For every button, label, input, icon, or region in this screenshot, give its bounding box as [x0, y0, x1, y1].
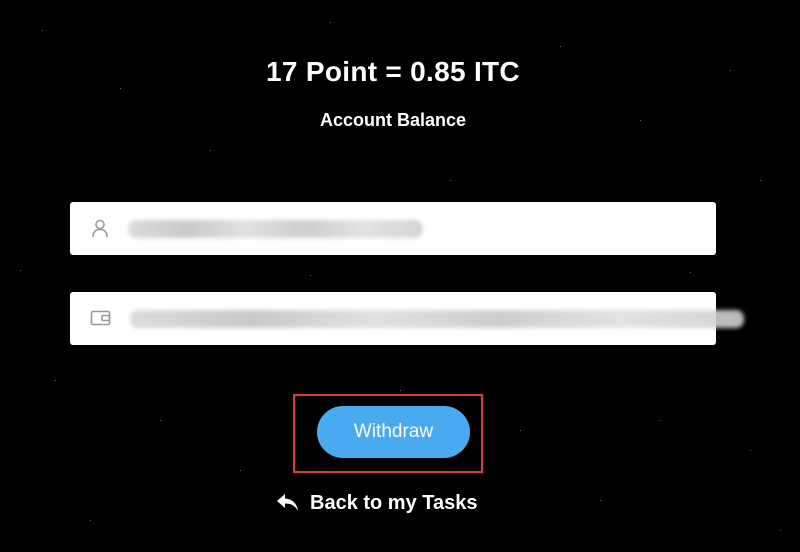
- wallet-address-field[interactable]: [70, 292, 744, 345]
- wallet-icon: [90, 308, 111, 328]
- back-to-tasks-label: Back to my Tasks: [310, 491, 478, 514]
- back-to-tasks-link[interactable]: Back to my Tasks: [276, 490, 478, 516]
- withdraw-button[interactable]: Withdraw: [317, 406, 470, 458]
- reply-arrow-icon: [276, 492, 300, 514]
- wallet-address-input[interactable]: [124, 302, 708, 336]
- balance-headline: 17 Point = 0.85 ITC: [266, 56, 520, 87]
- username-input[interactable]: [124, 212, 708, 246]
- user-icon: [90, 218, 110, 238]
- username-field[interactable]: [70, 202, 716, 255]
- account-balance-label: Account Balance: [319, 110, 467, 130]
